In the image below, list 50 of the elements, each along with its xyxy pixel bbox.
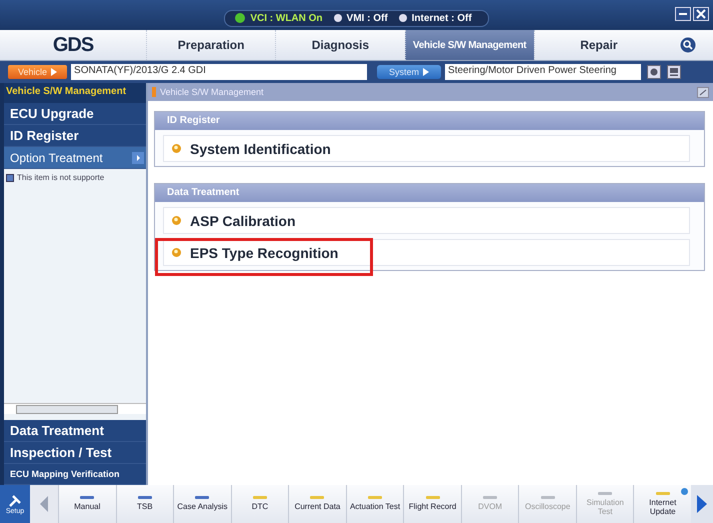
toolbar-button[interactable]: TSB [116, 485, 174, 523]
toolbar-button[interactable]: Current Data [288, 485, 346, 523]
option-label: System Identification [190, 140, 331, 156]
status-label: VCI : WLAN On [250, 12, 323, 24]
system-field: Steering/Motor Driven Power Steering [445, 64, 642, 80]
bullet-icon [172, 216, 181, 225]
bullet-icon [172, 144, 181, 153]
screen-icon [667, 65, 682, 79]
vehicle-field: SONATA(YF)/2013/G 2.4 GDI [71, 64, 368, 80]
toolbar-button[interactable]: Flight Record [403, 485, 461, 523]
right-arrow-icon [697, 495, 708, 513]
menu-tab[interactable]: Repair [534, 30, 663, 60]
search-icon [680, 37, 696, 53]
sidebar-item[interactable]: ECU Mapping Verification [4, 464, 146, 485]
play-icon [51, 68, 58, 76]
sidebar-item[interactable]: Data Treatment [4, 420, 146, 442]
sidebar-item[interactable]: ECU Upgrade [4, 103, 146, 125]
option-row[interactable]: EPS Type Recognition [163, 239, 690, 266]
section-title: ID Register [155, 112, 704, 130]
horizontal-scrollbar[interactable] [4, 403, 146, 414]
left-arrow-icon [40, 496, 48, 512]
minimize-icon [675, 7, 691, 21]
option-label: ASP Calibration [190, 212, 296, 228]
toolbar-button[interactable]: Manual [58, 485, 116, 523]
option-row[interactable]: ASP Calibration [163, 207, 690, 234]
notice-text: This item is not supporte [17, 173, 104, 182]
option-row[interactable]: System Identification [163, 135, 690, 162]
menu-tab[interactable]: Vehicle S/W Management [404, 30, 534, 60]
next-button[interactable] [691, 485, 713, 523]
play-icon [423, 68, 430, 76]
toolbar-button[interactable]: DTC [230, 485, 288, 523]
sidebar-item[interactable]: Option Treatment [4, 147, 146, 169]
sidebar-item[interactable]: Inspection / Test [4, 442, 146, 464]
status-label: VMI : Off [346, 12, 388, 24]
previous-button[interactable] [30, 485, 58, 523]
marker-icon [152, 87, 156, 97]
breadcrumb: Vehicle S/W Management [160, 87, 265, 97]
toolbar-button[interactable]: Actuation Test [346, 485, 404, 523]
section-title: Data Treatment [155, 184, 704, 202]
close-icon [693, 7, 709, 21]
gds-logo: GDS [52, 32, 94, 58]
option-label: EPS Type Recognition [190, 244, 338, 260]
toolbar-button[interactable]: Case Analysis [173, 485, 231, 523]
sidebar-title: Vehicle S/W Management [4, 83, 146, 103]
toolbar-button[interactable]: Internet Update [633, 485, 692, 523]
bullet-icon [172, 248, 181, 257]
status-label: Internet : Off [412, 12, 472, 24]
tools-icon [8, 494, 22, 508]
sidebar-item[interactable]: ID Register [4, 125, 146, 147]
menu-tab[interactable]: Preparation [146, 30, 276, 60]
